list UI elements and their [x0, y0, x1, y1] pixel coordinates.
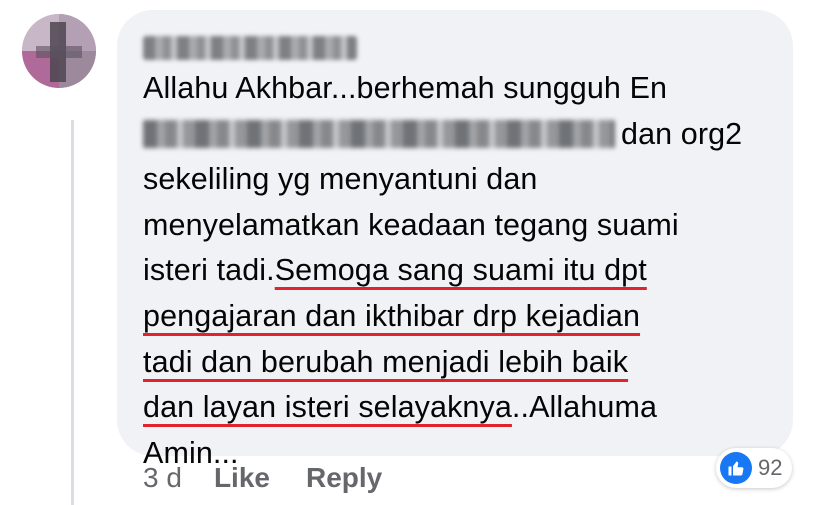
author-name-redacted[interactable] — [143, 36, 357, 60]
like-button[interactable]: Like — [214, 462, 270, 494]
timestamp[interactable]: 3 d — [143, 462, 182, 494]
comment-line-1: Allahu Akhbar...berhemah sungguh En — [143, 71, 668, 105]
comment-line-5: isteri tadi.Semoga sang suami itu dpt — [143, 253, 647, 288]
underlined-text: pengajaran dan ikthibar drp kejadian — [143, 298, 641, 333]
thumbs-up-icon — [720, 452, 752, 484]
underlined-text: Semoga sang suami itu dpt — [274, 253, 647, 288]
comment-actions: 3 d Like Reply — [143, 462, 418, 494]
comment-line-6: pengajaran dan ikthibar drp kejadian — [143, 294, 779, 340]
redacted-name — [143, 119, 615, 148]
thread-line — [71, 120, 74, 505]
comment-text: Allahu Akhbar...berhemah sungguh En dan … — [143, 66, 779, 476]
underlined-text: tadi dan berubah menjadi lebih baik — [143, 344, 629, 379]
reaction-summary[interactable]: 92 — [716, 448, 793, 488]
avatar[interactable] — [22, 14, 96, 88]
comment-line-3: sekeliling yg menyantuni dan — [143, 162, 538, 197]
comment-line-4: menyelamatkan keadaan tegang suami — [143, 207, 679, 242]
reply-button[interactable]: Reply — [306, 462, 382, 494]
underlined-text: dan layan isteri selayaknya — [143, 390, 512, 425]
reaction-count: 92 — [758, 455, 783, 480]
comment-line-2: dan org2 — [143, 112, 779, 158]
comment-line-8: dan layan isteri selayaknya..Allahuma — [143, 390, 658, 425]
comment-line-7: tadi dan berubah menjadi lebih baik — [143, 340, 779, 386]
